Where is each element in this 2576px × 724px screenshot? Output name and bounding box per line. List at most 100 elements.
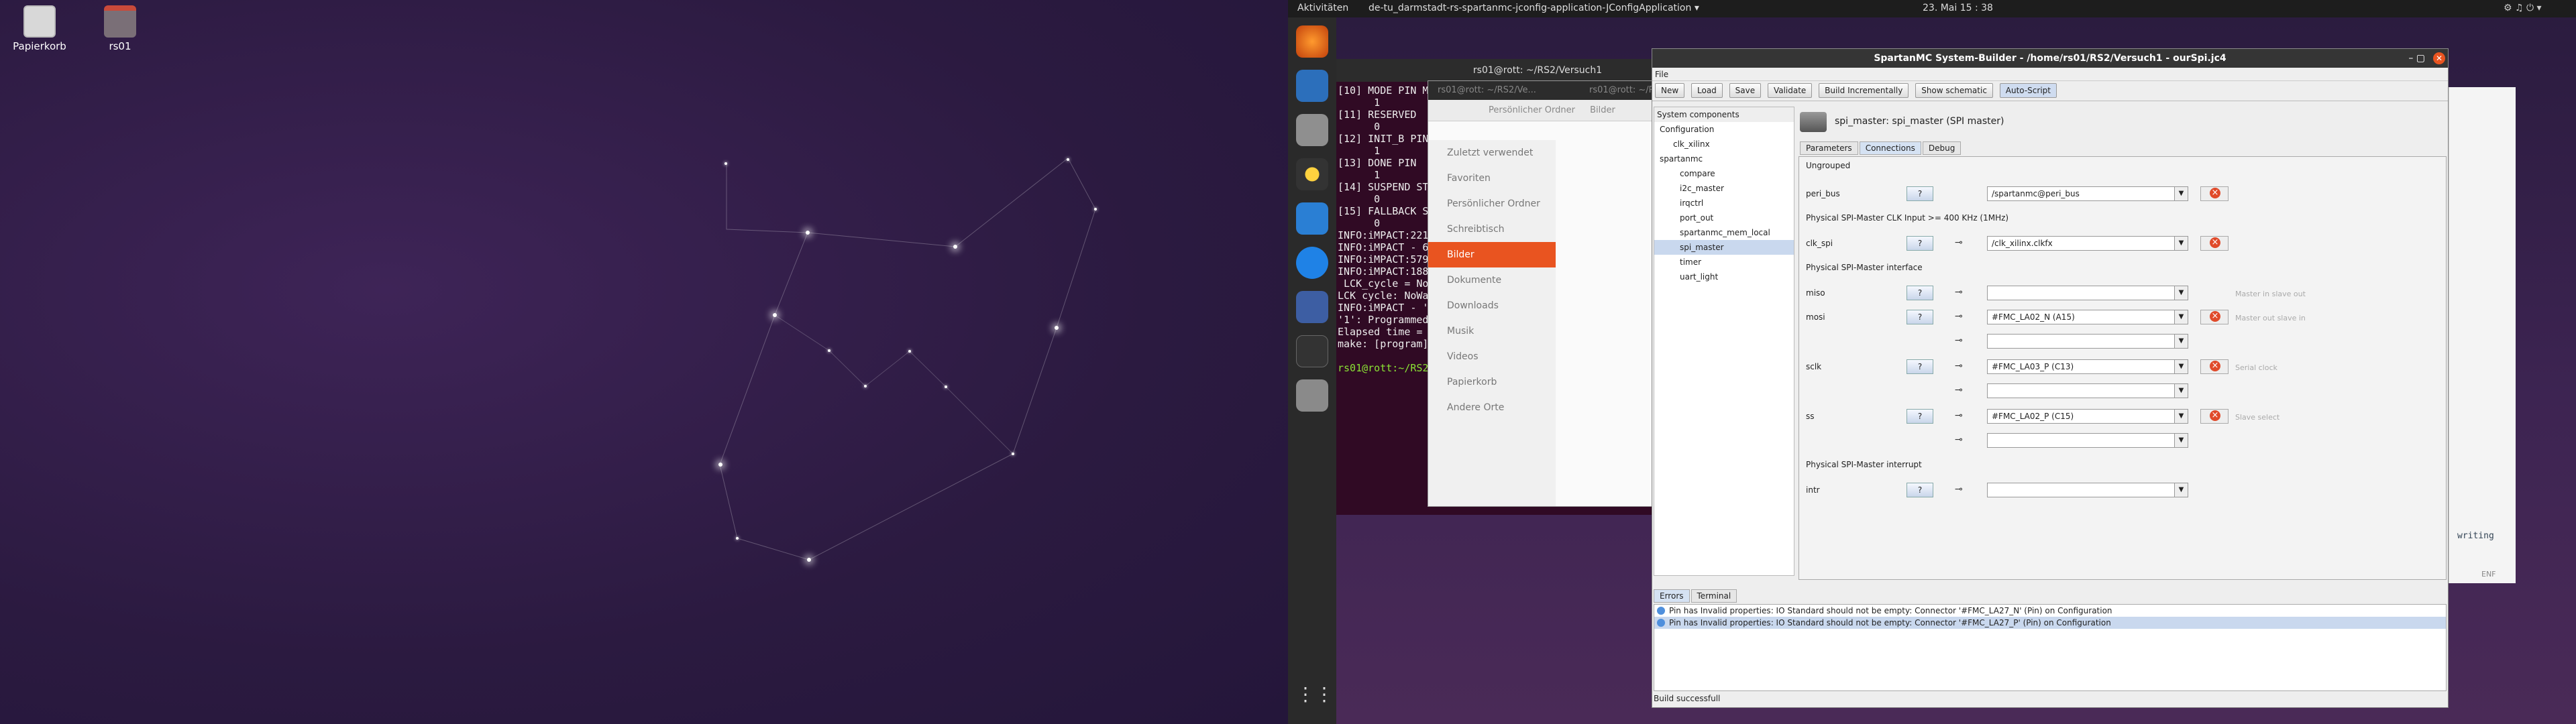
editor-icon[interactable] (1296, 291, 1328, 323)
load-button[interactable]: Load (1691, 83, 1723, 98)
clock[interactable]: 23. Mai 15 : 38 (1923, 3, 1993, 13)
editor-mode: ENF (2481, 570, 2496, 579)
files-sidebar-item[interactable]: Musik (1428, 318, 1556, 344)
chevron-down-icon: ▼ (2174, 286, 2188, 300)
component-tree[interactable]: System components Configuration clk_xilin… (1654, 107, 1794, 576)
chevron-down-icon: ▼ (2174, 384, 2188, 398)
select-mosi-2[interactable]: ▼ (1987, 334, 2188, 349)
build-incrementally-button[interactable]: Build Incrementally (1819, 83, 1909, 98)
chevron-down-icon: ▼ (2174, 410, 2188, 423)
show-apps-icon[interactable]: ⋮⋮ (1296, 678, 1334, 711)
files-sidebar-item[interactable]: Downloads (1428, 293, 1556, 318)
files-sidebar-item[interactable]: Bilder (1428, 242, 1556, 267)
select-miso[interactable]: ▼ (1987, 286, 2188, 300)
tab-connections[interactable]: Connections (1859, 141, 1921, 155)
files-sidebar-item[interactable]: Schreibtisch (1428, 217, 1556, 242)
errors-list[interactable]: Pin has Invalid properties: IO Standard … (1654, 604, 2447, 691)
terminal-icon[interactable] (1296, 335, 1328, 367)
tree-item[interactable]: irqctrl (1654, 196, 1794, 210)
help-button-miso[interactable]: ? (1907, 286, 1933, 300)
error-row[interactable]: Pin has Invalid properties: IO Standard … (1654, 617, 2446, 629)
tree-item[interactable]: Configuration (1654, 122, 1794, 137)
remove-button-clk-spi[interactable] (2200, 236, 2229, 251)
new-button[interactable]: New (1655, 83, 1685, 98)
tree-item[interactable]: i2c_master (1654, 181, 1794, 196)
select-peri-bus[interactable]: /spartanmc@peri_bus ▼ (1987, 186, 2188, 201)
tab-terminal[interactable]: Terminal (1690, 589, 1737, 603)
tab-parameters[interactable]: Parameters (1800, 141, 1858, 155)
firefox-icon[interactable] (1296, 25, 1328, 58)
files-sidebar-item[interactable]: Dokumente (1428, 267, 1556, 293)
window-controls[interactable]: – ▢ (2408, 49, 2425, 68)
remove-button-ss[interactable] (2200, 409, 2229, 424)
files-sidebar-item[interactable]: Persönlicher Ordner (1428, 191, 1556, 217)
tree-item[interactable]: compare (1654, 166, 1794, 181)
activities-button[interactable]: Aktivitäten (1297, 3, 1348, 13)
select-sclk-2[interactable]: ▼ (1987, 383, 2188, 398)
remove-button-sclk[interactable] (2200, 359, 2229, 374)
output-arrow-icon: ⊸ (1955, 410, 1963, 421)
tab-errors[interactable]: Errors (1654, 589, 1690, 603)
error-row[interactable]: Pin has Invalid properties: IO Standard … (1654, 605, 2446, 617)
system-tray-icons[interactable]: ⚙ ♫ ⏻ ▾ (2504, 3, 2542, 13)
group-clk: Physical SPI-Master CLK Input >= 400 KHz… (1806, 213, 2009, 223)
breadcrumb-home[interactable]: Persönlicher Ordner (1489, 105, 1575, 115)
component-title: spi_master: spi_master (SPI master) (1835, 116, 2004, 127)
select-intr[interactable]: ▼ (1987, 483, 2188, 497)
help-icon[interactable] (1296, 247, 1328, 279)
window-title-bar: SpartanMC System-Builder - /home/rs01/RS… (1652, 49, 2448, 68)
help-button-mosi[interactable]: ? (1907, 310, 1933, 324)
menu-file[interactable]: File (1655, 70, 1668, 79)
help-button-ss[interactable]: ? (1907, 409, 1933, 424)
system-builder-window[interactable]: SpartanMC System-Builder - /home/rs01/RS… (1652, 48, 2449, 708)
tree-item[interactable]: spartanmc (1654, 152, 1794, 166)
select-sclk[interactable]: #FMC_LA03_P (C13) ▼ (1987, 359, 2188, 374)
tab-debug[interactable]: Debug (1922, 141, 1962, 155)
help-button-sclk[interactable]: ? (1907, 359, 1933, 374)
show-schematic-button[interactable]: Show schematic (1915, 83, 1993, 98)
close-icon[interactable]: ✕ (2433, 52, 2445, 64)
star (908, 350, 911, 353)
select-value: #FMC_LA03_P (C13) (1992, 362, 2074, 371)
writer-icon[interactable] (1296, 202, 1328, 235)
files-icon[interactable] (1296, 114, 1328, 146)
files-sidebar-item[interactable]: Videos (1428, 344, 1556, 369)
tree-item[interactable]: timer (1654, 255, 1794, 269)
tree-item[interactable]: spi_master (1654, 240, 1794, 255)
thunderbird-icon[interactable] (1296, 70, 1328, 102)
files-sidebar-item[interactable]: Favoriten (1428, 166, 1556, 191)
select-clk-spi[interactable]: /clk_xilinx.clkfx ▼ (1987, 236, 2188, 251)
files-tab-1[interactable]: rs01@rott: ~/RS2/Ve... (1438, 85, 1536, 95)
ss-hint: Slave select (2235, 413, 2280, 422)
select-mosi[interactable]: #FMC_LA02_N (A15) ▼ (1987, 310, 2188, 324)
files-sidebar-item[interactable]: Zuletzt verwendet (1428, 140, 1556, 166)
breadcrumb-pictures[interactable]: Bilder (1590, 105, 1615, 115)
tree-item[interactable]: port_out (1654, 210, 1794, 225)
files-sidebar-item[interactable]: Papierkorb (1428, 369, 1556, 395)
chevron-down-icon: ▼ (2174, 483, 2188, 497)
output-arrow-icon: ⊸ (1955, 311, 1963, 322)
validate-button[interactable]: Validate (1767, 83, 1813, 98)
tree-item[interactable]: spartanmc_mem_local (1654, 225, 1794, 240)
help-button-peri-bus[interactable]: ? (1907, 186, 1933, 201)
java-app-icon[interactable] (1296, 379, 1328, 412)
star (724, 162, 727, 165)
background-editor-window[interactable]: writing ENF (2449, 87, 2516, 583)
save-button[interactable]: Save (1729, 83, 1762, 98)
select-ss-2[interactable]: ▼ (1987, 433, 2188, 448)
chevron-down-icon: ▼ (2174, 335, 2188, 348)
port-label-clk-spi: clk_spi (1806, 239, 1833, 248)
select-ss[interactable]: #FMC_LA02_P (C15) ▼ (1987, 409, 2188, 424)
help-button-clk-spi[interactable]: ? (1907, 236, 1933, 251)
remove-button-mosi[interactable] (2200, 310, 2229, 324)
auto-script-button[interactable]: Auto-Script (1999, 83, 2057, 98)
component-tabs: Parameters Connections Debug (1800, 141, 1962, 155)
tree-item[interactable]: clk_xilinx (1654, 137, 1794, 152)
remove-button-peri-bus[interactable] (2200, 186, 2229, 201)
tree-item[interactable]: uart_light (1654, 269, 1794, 284)
rhythmbox-icon[interactable] (1296, 158, 1328, 190)
help-button-intr[interactable]: ? (1907, 483, 1933, 497)
app-menu[interactable]: de-tu_darmstadt-rs-spartanmc-jconfig-app… (1368, 3, 1699, 13)
star (1012, 452, 1014, 455)
files-sidebar-item[interactable]: Andere Orte (1428, 395, 1556, 420)
